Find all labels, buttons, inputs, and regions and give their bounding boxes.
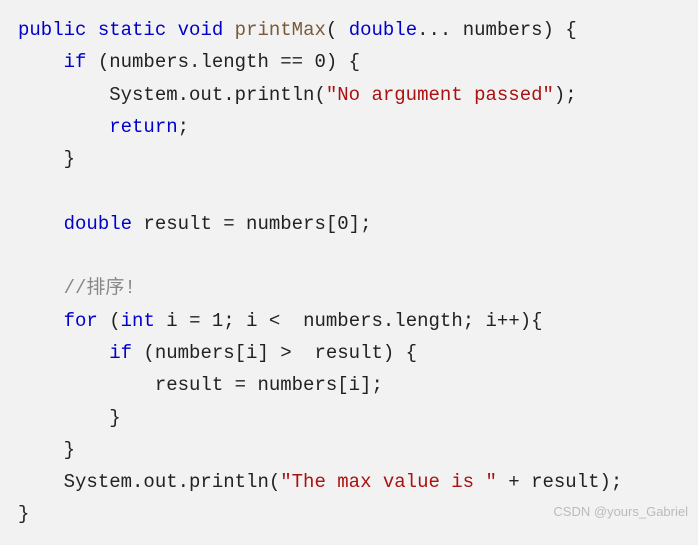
keyword-double: double [64, 213, 132, 235]
text: } [18, 503, 29, 525]
keyword-public: public [18, 19, 86, 41]
text [18, 116, 109, 138]
string-literal: "No argument passed" [326, 84, 554, 106]
keyword-if: if [109, 342, 132, 364]
text: (numbers[i] > result) { [132, 342, 417, 364]
text: ... numbers) { [417, 19, 577, 41]
text: } [18, 439, 75, 461]
text [18, 342, 109, 364]
text: result = numbers[ [132, 213, 337, 235]
keyword-double: double [349, 19, 417, 41]
text [18, 213, 64, 235]
text [18, 277, 64, 299]
text: ( [326, 19, 349, 41]
text [18, 51, 64, 73]
keyword-int: int [121, 310, 155, 332]
number: 1 [212, 310, 223, 332]
watermark: CSDN @yours_Gabriel [553, 501, 688, 523]
keyword-if: if [64, 51, 87, 73]
text: + result); [497, 471, 622, 493]
keyword-return: return [109, 116, 177, 138]
code-block: public static void printMax( double... n… [0, 0, 698, 545]
keyword-static: static [98, 19, 166, 41]
text: result = numbers[i]; [18, 374, 383, 396]
text: ]; [349, 213, 372, 235]
text [18, 310, 64, 332]
text: i = [155, 310, 212, 332]
method-name: printMax [235, 19, 326, 41]
text: ); [554, 84, 577, 106]
comment: //排序! [64, 277, 136, 299]
string-literal: "The max value is " [280, 471, 497, 493]
number: 0 [337, 213, 348, 235]
text: ; i < numbers.length; i++){ [223, 310, 542, 332]
text: } [18, 407, 121, 429]
text: ; [178, 116, 189, 138]
text: System.out.println( [18, 84, 326, 106]
text: } [18, 148, 75, 170]
keyword-for: for [64, 310, 98, 332]
keyword-void: void [178, 19, 224, 41]
number: 0 [314, 51, 325, 73]
text: ( [98, 310, 121, 332]
text: System.out.println( [18, 471, 280, 493]
text: (numbers.length == [86, 51, 314, 73]
text: ) { [326, 51, 360, 73]
